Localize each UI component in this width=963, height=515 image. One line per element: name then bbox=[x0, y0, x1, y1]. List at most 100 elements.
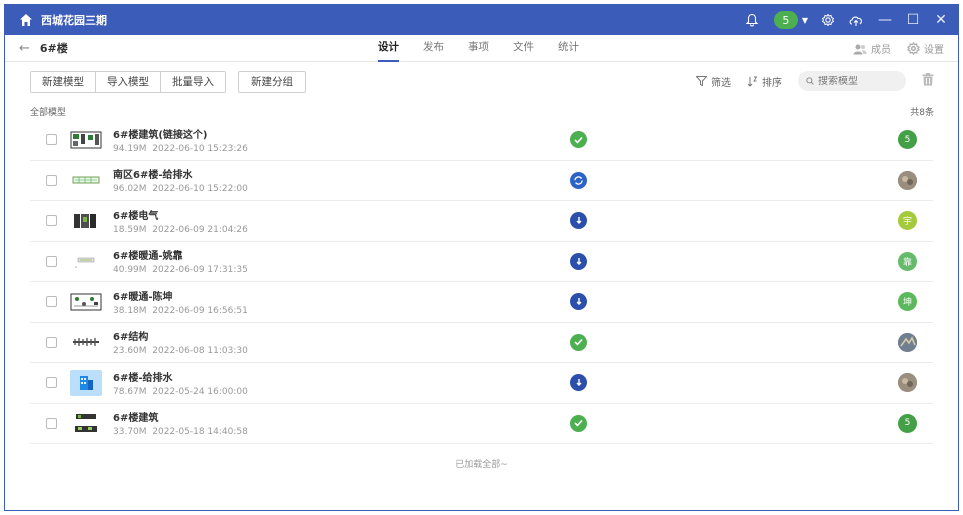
list-item[interactable]: 6#楼建筑 33.70M 2022-05-18 14:40:58 5 bbox=[30, 404, 933, 444]
model-button-group: 新建模型 导入模型 批量导入 bbox=[30, 71, 226, 93]
project-name[interactable]: 西城花园三期 bbox=[41, 12, 107, 28]
item-count: 共8条 bbox=[910, 107, 934, 118]
model-date: 2022-06-09 21:04:26 bbox=[152, 224, 248, 235]
model-size: 23.60M bbox=[113, 346, 147, 357]
minimize-icon[interactable]: — bbox=[878, 12, 892, 28]
filter-button[interactable]: 筛选 bbox=[696, 74, 731, 89]
row-checkbox[interactable] bbox=[46, 174, 57, 186]
row-checkbox[interactable] bbox=[46, 417, 57, 429]
tab-design[interactable]: 设计 bbox=[378, 35, 399, 62]
title-bar: 西城花园三期 5 ▼ — ☐ ✕ bbox=[5, 5, 958, 35]
status-ok-icon bbox=[570, 414, 587, 432]
sort-label: 排序 bbox=[762, 77, 782, 89]
row-checkbox[interactable] bbox=[46, 336, 57, 348]
row-checkbox[interactable] bbox=[46, 377, 57, 389]
chevron-down-icon[interactable]: ▼ bbox=[802, 16, 808, 25]
list-item[interactable]: 6#楼电气 18.59M 2022-06-09 21:04:26 宇 bbox=[30, 201, 933, 242]
model-date: 2022-05-18 14:40:58 bbox=[152, 427, 248, 438]
model-thumbnail bbox=[69, 330, 103, 354]
bell-icon[interactable] bbox=[744, 12, 760, 28]
model-name[interactable]: 6#楼建筑 bbox=[113, 409, 248, 424]
home-icon[interactable] bbox=[19, 13, 33, 27]
model-size: 33.70M bbox=[113, 427, 147, 438]
model-size: 38.18M bbox=[113, 305, 147, 316]
filter-icon bbox=[696, 76, 707, 86]
breadcrumb: 6#楼 bbox=[39, 42, 68, 55]
list-item[interactable]: 6#暖通-陈坤 38.18M 2022-06-09 16:56:51 坤 bbox=[30, 282, 933, 323]
new-group-button[interactable]: 新建分组 bbox=[238, 71, 306, 93]
row-checkbox[interactable] bbox=[46, 296, 57, 308]
status-ok-icon bbox=[570, 131, 587, 149]
new-model-button[interactable]: 新建模型 bbox=[31, 72, 96, 92]
trash-icon[interactable] bbox=[922, 73, 934, 89]
model-list: 6#楼建筑(链接这个) 94.19M 2022-06-10 15:23:26 5… bbox=[5, 120, 958, 444]
avatar[interactable] bbox=[898, 332, 917, 352]
tab-files[interactable]: 文件 bbox=[513, 35, 534, 62]
sort-icon bbox=[747, 76, 758, 87]
model-name[interactable]: 南区6#楼-给排水 bbox=[113, 166, 248, 181]
model-thumbnail bbox=[69, 249, 103, 273]
maximize-icon[interactable]: ☐ bbox=[906, 12, 920, 28]
model-thumbnail bbox=[69, 128, 103, 152]
close-icon[interactable]: ✕ bbox=[934, 12, 948, 28]
cloud-upload-icon[interactable] bbox=[848, 12, 864, 28]
model-thumbnail bbox=[69, 209, 103, 233]
list-item[interactable]: 6#结构 23.60M 2022-06-08 11:03:30 bbox=[30, 323, 933, 363]
load-complete-text: 已加载全部~ bbox=[455, 460, 508, 470]
list-item[interactable]: 6#楼暖通-姚靠 40.99M 2022-06-09 17:31:35 靠 bbox=[30, 242, 933, 282]
row-checkbox[interactable] bbox=[46, 255, 57, 267]
avatar[interactable] bbox=[898, 373, 917, 393]
user-avatar-badge[interactable]: 5 bbox=[773, 11, 798, 29]
row-checkbox[interactable] bbox=[46, 134, 57, 146]
list-title: 全部模型 bbox=[30, 107, 67, 118]
members-button[interactable]: 成员 bbox=[853, 41, 891, 56]
model-size: 94.19M bbox=[113, 143, 147, 154]
model-name[interactable]: 6#楼建筑(链接这个) bbox=[113, 126, 248, 141]
back-arrow-icon[interactable]: ← bbox=[19, 41, 30, 56]
list-item[interactable]: 6#楼建筑(链接这个) 94.19M 2022-06-10 15:23:26 5 bbox=[30, 120, 933, 161]
model-thumbnail bbox=[69, 290, 103, 314]
model-name[interactable]: 6#楼暖通-姚靠 bbox=[113, 247, 248, 262]
model-date: 2022-06-10 15:23:26 bbox=[152, 143, 248, 154]
status-syncing-icon bbox=[570, 171, 587, 189]
model-name[interactable]: 6#暖通-陈坤 bbox=[113, 288, 248, 303]
row-checkbox[interactable] bbox=[46, 215, 57, 227]
avatar[interactable]: 宇 bbox=[898, 211, 917, 231]
page-header: ← 6#楼 设计 发布 事项 文件 统计 成员 设置 bbox=[5, 35, 958, 62]
model-name[interactable]: 6#楼电气 bbox=[113, 207, 248, 222]
tab-bar: 设计 发布 事项 文件 统计 bbox=[378, 35, 603, 62]
tab-publish[interactable]: 发布 bbox=[423, 35, 444, 62]
tab-statistics[interactable]: 统计 bbox=[558, 35, 579, 62]
model-name[interactable]: 6#楼-给排水 bbox=[113, 369, 248, 384]
gear-icon[interactable] bbox=[820, 12, 836, 28]
sort-button[interactable]: 排序 bbox=[747, 74, 782, 89]
model-name[interactable]: 6#结构 bbox=[113, 328, 248, 343]
settings-button[interactable]: 设置 bbox=[907, 41, 944, 56]
list-item[interactable]: 南区6#楼-给排水 96.02M 2022-06-10 15:22:00 bbox=[30, 161, 933, 201]
avatar[interactable]: 5 bbox=[898, 413, 917, 433]
model-thumbnail bbox=[69, 369, 103, 396]
import-model-button[interactable]: 导入模型 bbox=[96, 72, 161, 92]
action-bar: 新建模型 导入模型 批量导入 新建分组 筛选 排序 bbox=[5, 62, 958, 102]
tab-issues[interactable]: 事项 bbox=[468, 35, 489, 62]
settings-label: 设置 bbox=[924, 45, 944, 56]
model-size: 78.67M bbox=[113, 386, 147, 397]
status-ok-icon bbox=[570, 333, 587, 351]
model-size: 40.99M bbox=[113, 265, 147, 276]
app-window: 西城花园三期 5 ▼ — ☐ ✕ ← 6#楼 设计 发布 事项 文件 统计 成员 bbox=[4, 4, 959, 511]
avatar[interactable]: 坤 bbox=[898, 292, 917, 312]
avatar[interactable] bbox=[898, 170, 917, 190]
status-download-icon bbox=[570, 374, 587, 392]
batch-import-button[interactable]: 批量导入 bbox=[161, 72, 225, 92]
model-date: 2022-06-10 15:22:00 bbox=[152, 184, 248, 195]
status-download-icon bbox=[570, 293, 587, 311]
avatar[interactable]: 5 bbox=[898, 130, 917, 150]
search-input[interactable] bbox=[818, 75, 898, 87]
list-item[interactable]: 6#楼-给排水 78.67M 2022-05-24 16:00:00 bbox=[30, 363, 933, 404]
model-date: 2022-06-09 16:56:51 bbox=[152, 305, 248, 316]
list-header: 全部模型 共8条 bbox=[5, 102, 958, 120]
status-download-icon bbox=[570, 212, 587, 230]
avatar[interactable]: 靠 bbox=[898, 251, 917, 271]
members-label: 成员 bbox=[871, 45, 891, 56]
settings-icon bbox=[907, 42, 920, 55]
